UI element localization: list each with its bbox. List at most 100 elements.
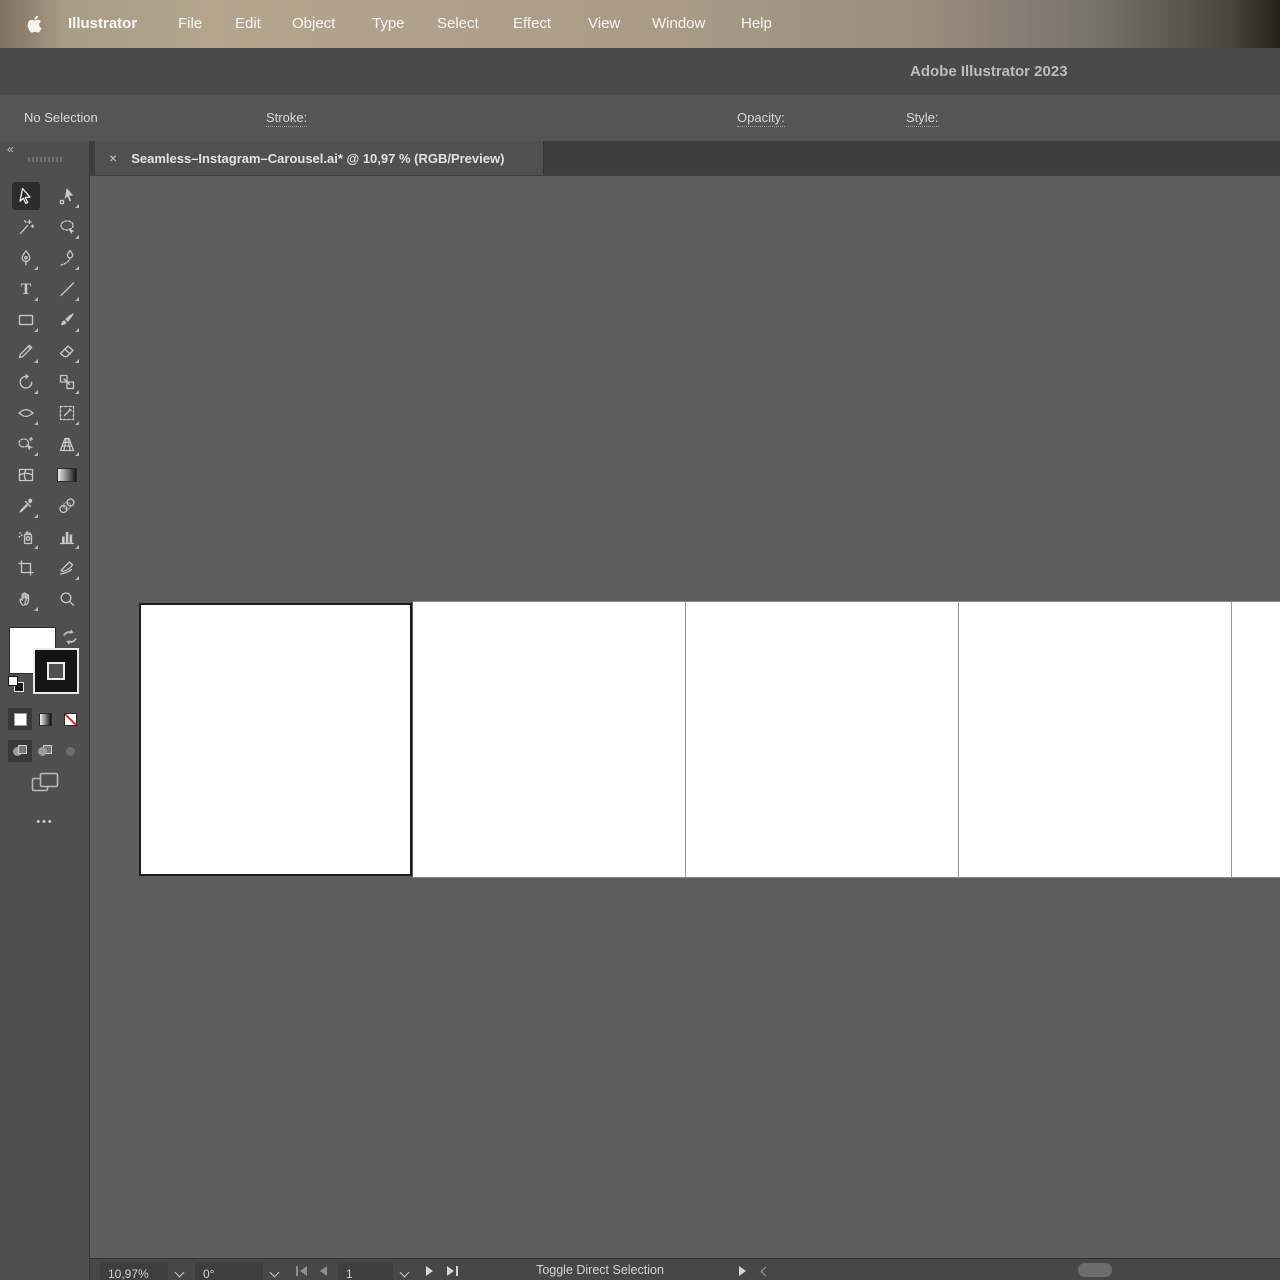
rotation-field[interactable]: 0° — [195, 1263, 263, 1280]
perspective-grid-tool[interactable] — [53, 430, 81, 458]
artboard-number-field[interactable]: 1 — [338, 1263, 393, 1280]
draw-normal-icon — [12, 744, 28, 758]
draw-behind-icon — [37, 744, 53, 758]
menu-edit[interactable]: Edit — [235, 0, 261, 48]
selection-status: No Selection — [24, 110, 98, 125]
opacity-label[interactable]: Opacity: — [737, 110, 785, 127]
previous-artboard-icon[interactable] — [318, 1265, 328, 1277]
shape-builder-tool[interactable] — [12, 430, 40, 458]
toolbar-grip-handle[interactable] — [28, 157, 62, 162]
toolbar-panel: « T ••• — [0, 141, 90, 1280]
artboard-tool[interactable] — [12, 554, 40, 582]
artboard-2[interactable] — [413, 602, 686, 877]
rotate-tool[interactable] — [12, 368, 40, 396]
stroke-proxy-hole — [47, 662, 65, 680]
collapse-left-icon[interactable] — [760, 1264, 771, 1278]
horizontal-scrollbar-thumb[interactable] — [1078, 1263, 1112, 1277]
document-tab-title: Seamless–Instagram–Carousel.ai* @ 10,97 … — [131, 150, 505, 166]
gradient-chip — [38, 712, 52, 726]
pencil-tool[interactable] — [12, 337, 40, 365]
artboard-5[interactable] — [1232, 602, 1280, 877]
artboard-number-dropdown[interactable] — [393, 1263, 415, 1280]
first-artboard-icon[interactable] — [295, 1265, 309, 1277]
eraser-tool[interactable] — [53, 337, 81, 365]
scale-tool[interactable] — [53, 368, 81, 396]
menu-illustrator[interactable]: Illustrator — [68, 0, 137, 48]
gradient-tool[interactable] — [53, 461, 81, 489]
gradient-swatch-icon — [57, 468, 77, 482]
draw-behind-button[interactable] — [33, 740, 57, 762]
tools-grid: T — [12, 182, 81, 613]
zoom-tool[interactable] — [53, 585, 81, 613]
status-bar: 10,97% 0° 1 Toggle Direct Selection — [90, 1258, 1280, 1280]
zoom-level-dropdown[interactable] — [168, 1263, 190, 1280]
column-graph-tool[interactable] — [53, 523, 81, 551]
style-label[interactable]: Style: — [906, 110, 939, 127]
next-artboard-icon[interactable] — [425, 1265, 435, 1277]
canvas-area[interactable] — [90, 175, 1280, 1258]
title-bar: Adobe Illustrator 2023 — [0, 48, 1280, 133]
hand-tool[interactable] — [12, 585, 40, 613]
zoom-level-field[interactable]: 10,97% — [100, 1263, 168, 1280]
default-fill-chip — [8, 676, 18, 686]
control-bar: No Selection Stroke: 1 pt Uniform 5 pt. … — [0, 95, 1280, 230]
symbol-sprayer-tool[interactable] — [12, 523, 40, 551]
illustrator-window: Illustrator File Edit Object Type Select… — [0, 0, 1280, 1280]
pen-tool[interactable] — [12, 244, 40, 272]
type-tool[interactable]: T — [12, 275, 40, 303]
chevron-down-icon — [269, 1267, 279, 1278]
document-tab-bar: × Seamless–Instagram–Carousel.ai* @ 10,9… — [90, 141, 1280, 175]
free-transform-tool[interactable] — [53, 399, 81, 427]
artboard-strip — [413, 601, 1280, 878]
menu-select[interactable]: Select — [437, 0, 479, 48]
mesh-tool[interactable] — [12, 461, 40, 489]
chevron-down-icon — [399, 1267, 409, 1278]
color-mode-button[interactable] — [8, 708, 32, 730]
chevron-down-icon — [174, 1267, 184, 1278]
eyedropper-tool[interactable] — [12, 492, 40, 520]
document-tab[interactable]: × Seamless–Instagram–Carousel.ai* @ 10,9… — [95, 141, 544, 175]
menu-type[interactable]: Type — [372, 0, 405, 48]
rectangle-tool[interactable] — [12, 306, 40, 334]
paintbrush-tool[interactable] — [53, 306, 81, 334]
artboard-1[interactable] — [139, 603, 412, 876]
artboard-4[interactable] — [959, 602, 1232, 877]
lasso-tool[interactable] — [53, 213, 81, 241]
swap-fill-stroke-icon[interactable] — [60, 628, 80, 646]
magic-wand-tool[interactable] — [12, 213, 40, 241]
edit-toolbar-ellipsis[interactable]: ••• — [0, 816, 90, 828]
menu-file[interactable]: File — [178, 0, 202, 48]
slice-tool[interactable] — [53, 554, 81, 582]
svg-text:T: T — [21, 281, 32, 298]
color-chip — [13, 712, 27, 726]
width-tool[interactable] — [12, 399, 40, 427]
menu-effect[interactable]: Effect — [513, 0, 551, 48]
close-tab-icon[interactable]: × — [109, 150, 117, 166]
menu-view[interactable]: View — [588, 0, 620, 48]
status-play-icon[interactable] — [738, 1265, 748, 1277]
none-mode-button[interactable] — [58, 708, 82, 730]
menu-object[interactable]: Object — [292, 0, 335, 48]
menu-window[interactable]: Window — [652, 0, 705, 48]
apple-menu-icon[interactable] — [26, 14, 43, 39]
change-screen-mode-icon[interactable] — [31, 772, 59, 794]
draw-inside-button[interactable] — [58, 740, 82, 762]
default-fill-stroke-icon[interactable] — [8, 676, 26, 694]
last-artboard-icon[interactable] — [445, 1265, 459, 1277]
rotation-dropdown[interactable] — [263, 1263, 285, 1280]
gradient-mode-button[interactable] — [33, 708, 57, 730]
artboard-3[interactable] — [686, 602, 959, 877]
blend-tool[interactable] — [53, 492, 81, 520]
none-chip — [63, 712, 77, 726]
draw-inside-icon — [63, 745, 78, 758]
stroke-label[interactable]: Stroke: — [266, 110, 308, 127]
collapse-toolbar-button[interactable]: « — [7, 142, 14, 156]
curvature-tool[interactable] — [53, 244, 81, 272]
draw-normal-button[interactable] — [8, 740, 32, 762]
stroke-proxy-swatch[interactable] — [33, 648, 79, 694]
menu-help[interactable]: Help — [741, 0, 772, 48]
selection-tool[interactable] — [12, 182, 40, 210]
window-title: Adobe Illustrator 2023 — [910, 63, 1068, 80]
direct-selection-tool[interactable] — [53, 182, 81, 210]
line-segment-tool[interactable] — [53, 275, 81, 303]
